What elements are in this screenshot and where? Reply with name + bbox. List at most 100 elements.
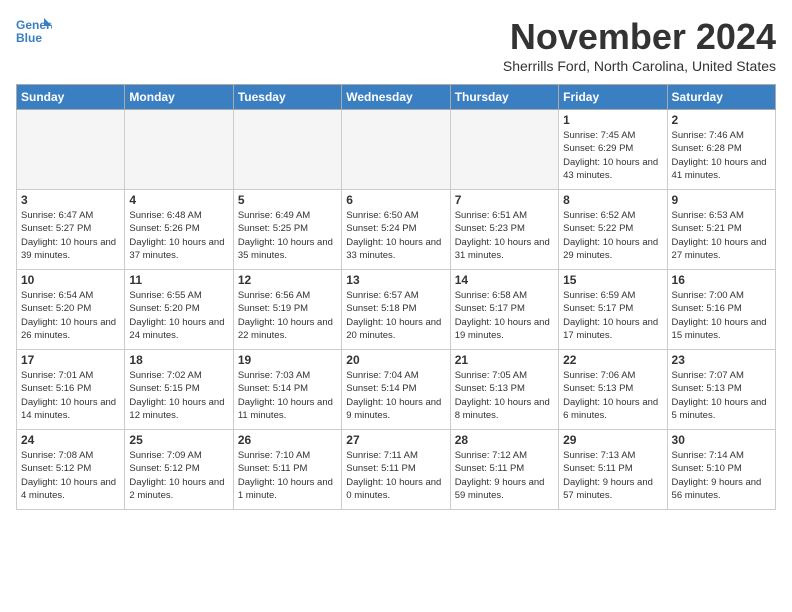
day-number: 15 <box>563 273 662 287</box>
day-info: Sunrise: 6:50 AM Sunset: 5:24 PM Dayligh… <box>346 209 445 262</box>
calendar-cell: 23 Sunrise: 7:07 AM Sunset: 5:13 PM Dayli… <box>667 350 775 430</box>
day-info: Sunrise: 7:00 AM Sunset: 5:16 PM Dayligh… <box>672 289 771 342</box>
calendar-cell: 25 Sunrise: 7:09 AM Sunset: 5:12 PM Dayli… <box>125 430 233 510</box>
day-info: Sunrise: 7:06 AM Sunset: 5:13 PM Dayligh… <box>563 369 662 422</box>
calendar-cell: 17Sunrise: 7:01 AM Sunset: 5:16 PM Dayli… <box>17 350 125 430</box>
calendar-cell: 12 Sunrise: 6:56 AM Sunset: 5:19 PM Dayli… <box>233 270 341 350</box>
day-info: Sunrise: 7:12 AM Sunset: 5:11 PM Dayligh… <box>455 449 554 502</box>
day-number: 23 <box>672 353 771 367</box>
location-title: Sherrills Ford, North Carolina, United S… <box>503 58 776 74</box>
day-number: 29 <box>563 433 662 447</box>
day-info: Sunrise: 7:09 AM Sunset: 5:12 PM Dayligh… <box>129 449 228 502</box>
day-info: Sunrise: 7:04 AM Sunset: 5:14 PM Dayligh… <box>346 369 445 422</box>
day-number: 22 <box>563 353 662 367</box>
header: General Blue November 2024 Sherrills For… <box>16 16 776 74</box>
day-info: Sunrise: 6:52 AM Sunset: 5:22 PM Dayligh… <box>563 209 662 262</box>
day-number: 14 <box>455 273 554 287</box>
calendar-cell <box>450 110 558 190</box>
calendar-day-header: Sunday <box>17 85 125 110</box>
day-number: 20 <box>346 353 445 367</box>
svg-text:Blue: Blue <box>16 31 42 45</box>
day-number: 26 <box>238 433 337 447</box>
day-number: 16 <box>672 273 771 287</box>
day-number: 17 <box>21 353 120 367</box>
calendar-cell: 8Sunrise: 6:52 AM Sunset: 5:22 PM Daylig… <box>559 190 667 270</box>
calendar-day-header: Monday <box>125 85 233 110</box>
calendar-day-header: Saturday <box>667 85 775 110</box>
day-number: 7 <box>455 193 554 207</box>
calendar-day-header: Friday <box>559 85 667 110</box>
day-info: Sunrise: 7:05 AM Sunset: 5:13 PM Dayligh… <box>455 369 554 422</box>
logo-icon: General Blue <box>16 16 52 46</box>
calendar-cell: 22 Sunrise: 7:06 AM Sunset: 5:13 PM Dayli… <box>559 350 667 430</box>
calendar-cell: 3 Sunrise: 6:47 AM Sunset: 5:27 PM Daylig… <box>17 190 125 270</box>
calendar-cell: 9 Sunrise: 6:53 AM Sunset: 5:21 PM Daylig… <box>667 190 775 270</box>
day-number: 3 <box>21 193 120 207</box>
day-number: 25 <box>129 433 228 447</box>
day-number: 24 <box>21 433 120 447</box>
day-number: 5 <box>238 193 337 207</box>
calendar-day-header: Tuesday <box>233 85 341 110</box>
day-number: 30 <box>672 433 771 447</box>
calendar-week-row: 3 Sunrise: 6:47 AM Sunset: 5:27 PM Daylig… <box>17 190 776 270</box>
calendar-cell: 14 Sunrise: 6:58 AM Sunset: 5:17 PM Dayli… <box>450 270 558 350</box>
day-number: 27 <box>346 433 445 447</box>
day-info: Sunrise: 7:10 AM Sunset: 5:11 PM Dayligh… <box>238 449 337 502</box>
calendar-week-row: 24 Sunrise: 7:08 AM Sunset: 5:12 PM Dayli… <box>17 430 776 510</box>
calendar-cell: 15 Sunrise: 6:59 AM Sunset: 5:17 PM Dayli… <box>559 270 667 350</box>
day-info: Sunrise: 6:55 AM Sunset: 5:20 PM Dayligh… <box>129 289 228 342</box>
calendar-cell: 6 Sunrise: 6:50 AM Sunset: 5:24 PM Daylig… <box>342 190 450 270</box>
day-number: 21 <box>455 353 554 367</box>
calendar-day-header: Wednesday <box>342 85 450 110</box>
day-number: 9 <box>672 193 771 207</box>
calendar-cell: 18Sunrise: 7:02 AM Sunset: 5:15 PM Dayli… <box>125 350 233 430</box>
day-number: 10 <box>21 273 120 287</box>
calendar-cell: 28 Sunrise: 7:12 AM Sunset: 5:11 PM Dayli… <box>450 430 558 510</box>
calendar-cell: 19Sunrise: 7:03 AM Sunset: 5:14 PM Dayli… <box>233 350 341 430</box>
calendar-cell: 26 Sunrise: 7:10 AM Sunset: 5:11 PM Dayli… <box>233 430 341 510</box>
calendar-week-row: 17Sunrise: 7:01 AM Sunset: 5:16 PM Dayli… <box>17 350 776 430</box>
day-number: 2 <box>672 113 771 127</box>
day-info: Sunrise: 6:51 AM Sunset: 5:23 PM Dayligh… <box>455 209 554 262</box>
calendar-cell <box>233 110 341 190</box>
calendar-table: SundayMondayTuesdayWednesdayThursdayFrid… <box>16 84 776 510</box>
calendar-cell: 30 Sunrise: 7:14 AM Sunset: 5:10 PM Dayli… <box>667 430 775 510</box>
day-number: 1 <box>563 113 662 127</box>
calendar-cell: 2 Sunrise: 7:46 AM Sunset: 6:28 PM Daylig… <box>667 110 775 190</box>
calendar-cell: 20 Sunrise: 7:04 AM Sunset: 5:14 PM Dayli… <box>342 350 450 430</box>
day-info: Sunrise: 6:47 AM Sunset: 5:27 PM Dayligh… <box>21 209 120 262</box>
day-info: Sunrise: 7:46 AM Sunset: 6:28 PM Dayligh… <box>672 129 771 182</box>
day-number: 12 <box>238 273 337 287</box>
calendar-cell <box>342 110 450 190</box>
calendar-day-header: Thursday <box>450 85 558 110</box>
calendar-cell: 16 Sunrise: 7:00 AM Sunset: 5:16 PM Dayli… <box>667 270 775 350</box>
day-number: 11 <box>129 273 228 287</box>
day-info: Sunrise: 7:08 AM Sunset: 5:12 PM Dayligh… <box>21 449 120 502</box>
calendar-cell <box>125 110 233 190</box>
day-number: 28 <box>455 433 554 447</box>
calendar-week-row: 10Sunrise: 6:54 AM Sunset: 5:20 PM Dayli… <box>17 270 776 350</box>
day-info: Sunrise: 6:49 AM Sunset: 5:25 PM Dayligh… <box>238 209 337 262</box>
day-info: Sunrise: 6:59 AM Sunset: 5:17 PM Dayligh… <box>563 289 662 342</box>
day-info: Sunrise: 6:57 AM Sunset: 5:18 PM Dayligh… <box>346 289 445 342</box>
calendar-week-row: 1 Sunrise: 7:45 AM Sunset: 6:29 PM Daylig… <box>17 110 776 190</box>
day-info: Sunrise: 7:03 AM Sunset: 5:14 PM Dayligh… <box>238 369 337 422</box>
day-number: 6 <box>346 193 445 207</box>
calendar-cell: 13 Sunrise: 6:57 AM Sunset: 5:18 PM Dayli… <box>342 270 450 350</box>
calendar-cell: 11 Sunrise: 6:55 AM Sunset: 5:20 PM Dayli… <box>125 270 233 350</box>
day-number: 13 <box>346 273 445 287</box>
calendar-cell: 29 Sunrise: 7:13 AM Sunset: 5:11 PM Dayli… <box>559 430 667 510</box>
month-title: November 2024 <box>503 16 776 58</box>
calendar-cell: 4Sunrise: 6:48 AM Sunset: 5:26 PM Daylig… <box>125 190 233 270</box>
day-info: Sunrise: 6:53 AM Sunset: 5:21 PM Dayligh… <box>672 209 771 262</box>
day-info: Sunrise: 7:13 AM Sunset: 5:11 PM Dayligh… <box>563 449 662 502</box>
day-info: Sunrise: 6:58 AM Sunset: 5:17 PM Dayligh… <box>455 289 554 342</box>
day-number: 4 <box>129 193 228 207</box>
calendar-cell: 7 Sunrise: 6:51 AM Sunset: 5:23 PM Daylig… <box>450 190 558 270</box>
calendar-cell: 10Sunrise: 6:54 AM Sunset: 5:20 PM Dayli… <box>17 270 125 350</box>
day-info: Sunrise: 6:56 AM Sunset: 5:19 PM Dayligh… <box>238 289 337 342</box>
day-info: Sunrise: 7:07 AM Sunset: 5:13 PM Dayligh… <box>672 369 771 422</box>
calendar-cell: 27Sunrise: 7:11 AM Sunset: 5:11 PM Dayli… <box>342 430 450 510</box>
day-info: Sunrise: 7:45 AM Sunset: 6:29 PM Dayligh… <box>563 129 662 182</box>
day-info: Sunrise: 7:14 AM Sunset: 5:10 PM Dayligh… <box>672 449 771 502</box>
